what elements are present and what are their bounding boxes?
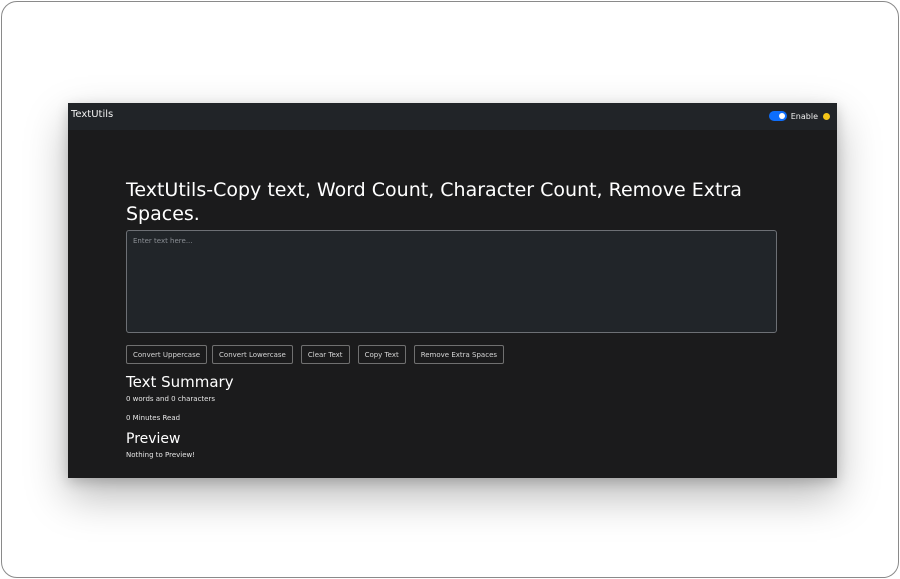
- preview-text: Nothing to Preview!: [126, 451, 196, 459]
- convert-lowercase-button[interactable]: Convert Lowercase: [212, 345, 293, 364]
- brand-link[interactable]: TextUtils: [71, 109, 113, 120]
- summary-heading: Text Summary: [126, 373, 234, 391]
- word-char-count: 0 words and 0 characters: [126, 395, 215, 403]
- clear-text-button[interactable]: Clear Text: [300, 345, 350, 364]
- action-buttons: Convert Uppercase Convert Lowercase Clea…: [126, 345, 777, 364]
- read-time: 0 Minutes Read: [126, 414, 181, 422]
- copy-text-button[interactable]: Copy Text: [357, 345, 406, 364]
- navbar: TextUtils Enable: [68, 103, 837, 130]
- toggle-switch[interactable]: [768, 111, 787, 121]
- convert-uppercase-button[interactable]: Convert Uppercase: [126, 345, 208, 364]
- screenshot-frame: TextUtils Enable TextUtils-Copy text, Wo…: [1, 1, 899, 578]
- toggle-knob: [778, 113, 785, 119]
- main-container: TextUtils-Copy text, Word Count, Charact…: [126, 178, 777, 459]
- toggle-label[interactable]: Enable: [791, 112, 818, 121]
- text-input[interactable]: [126, 230, 777, 333]
- dark-mode-toggle[interactable]: Enable: [768, 110, 830, 122]
- page-title: TextUtils-Copy text, Word Count, Charact…: [126, 179, 742, 225]
- preview-heading: Preview: [126, 431, 181, 447]
- smiley-icon: [823, 112, 830, 120]
- remove-extra-spaces-button[interactable]: Remove Extra Spaces: [413, 345, 505, 364]
- app-window: TextUtils Enable TextUtils-Copy text, Wo…: [68, 103, 837, 478]
